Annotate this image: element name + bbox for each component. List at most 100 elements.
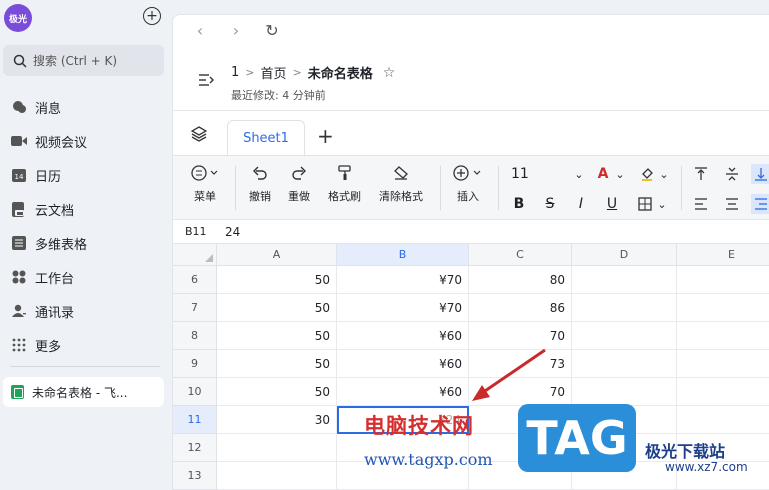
row-header[interactable]: 9	[173, 350, 217, 378]
breadcrumb-item[interactable]: 首页	[261, 63, 287, 82]
chevron-down-icon[interactable]: ⌄	[569, 164, 589, 184]
table-cell[interactable]	[677, 406, 769, 434]
table-cell[interactable]	[217, 434, 337, 462]
row-header[interactable]: 7	[173, 294, 217, 322]
sidebar-item-more[interactable]: 更多	[0, 328, 172, 362]
add-icon[interactable]: +	[143, 7, 161, 25]
strikethrough-icon[interactable]: S	[540, 194, 560, 214]
chevron-down-icon[interactable]: ⌄	[610, 164, 630, 184]
menu-button[interactable]: 菜单	[191, 162, 219, 204]
sidebar-item-video[interactable]: 视频会议	[0, 124, 172, 158]
font-size-select[interactable]: 11	[511, 164, 529, 184]
add-sheet-icon[interactable]: +	[317, 124, 334, 148]
watermark-cn-text: 电脑技术网	[364, 414, 474, 438]
chevron-right-icon: >	[292, 66, 302, 79]
open-doc-item[interactable]: 未命名表格 - 飞...	[3, 377, 164, 407]
sidebar-item-workplace[interactable]: 工作台	[0, 260, 172, 294]
cell-reference[interactable]: B11	[173, 225, 217, 238]
clear-format-button[interactable]: 清除格式	[379, 162, 423, 204]
sidebar-item-calendar[interactable]: 14 日历	[0, 158, 172, 192]
row-header[interactable]: 10	[173, 378, 217, 406]
chevron-down-icon[interactable]: ⌄	[654, 164, 674, 184]
sidebar-item-base[interactable]: 多维表格	[0, 226, 172, 260]
table-cell[interactable]: ¥60	[337, 378, 469, 406]
table-cell[interactable]	[677, 378, 769, 406]
align-bottom-icon[interactable]	[751, 164, 769, 184]
watermark-domain: www.xz7.com	[665, 460, 748, 474]
align-top-icon[interactable]	[691, 164, 711, 184]
breadcrumb-item[interactable]: 1	[231, 65, 239, 80]
avatar[interactable]: 极光	[4, 4, 32, 32]
table-cell[interactable]	[572, 322, 677, 350]
table-cell[interactable]: 50	[217, 266, 337, 294]
italic-icon[interactable]: I	[571, 194, 591, 214]
formula-input[interactable]: 24	[217, 225, 240, 239]
table-cell[interactable]	[572, 294, 677, 322]
column-header-d[interactable]: D	[572, 244, 677, 266]
svg-text:14: 14	[15, 173, 24, 181]
sidebar-item-contacts[interactable]: 通讯录	[0, 294, 172, 328]
row-header[interactable]: 12	[173, 434, 217, 462]
table-cell[interactable]: 86	[469, 294, 572, 322]
outline-toggle-icon[interactable]	[199, 73, 215, 87]
row-header[interactable]: 8	[173, 322, 217, 350]
table-cell[interactable]: ¥60	[337, 350, 469, 378]
sidebar-item-messages[interactable]: 消息	[0, 90, 172, 124]
contacts-icon	[11, 303, 27, 319]
search-input[interactable]: 搜索 (Ctrl + K)	[3, 45, 164, 76]
table-cell[interactable]: 50	[217, 294, 337, 322]
select-all-corner[interactable]	[173, 244, 217, 266]
refresh-icon[interactable]: ↻	[263, 21, 281, 40]
row-header[interactable]: 13	[173, 462, 217, 490]
table-cell[interactable]: 30	[217, 406, 337, 434]
table-cell[interactable]: 50	[217, 350, 337, 378]
table-cell[interactable]: 80	[469, 266, 572, 294]
column-header-e[interactable]: E	[677, 244, 769, 266]
column-header-a[interactable]: A	[217, 244, 337, 266]
table-cell[interactable]	[677, 350, 769, 378]
chevron-right-icon: >	[245, 66, 255, 79]
table-cell[interactable]	[677, 322, 769, 350]
undo-button[interactable]: 撤销	[249, 162, 271, 204]
table-cell[interactable]: ¥70	[337, 294, 469, 322]
table-cell[interactable]: 50	[217, 322, 337, 350]
table-cell[interactable]	[572, 266, 677, 294]
forward-arrow-icon[interactable]: ›	[227, 21, 245, 40]
column-header-b[interactable]: B	[337, 244, 469, 266]
sidebar-item-docs[interactable]: 云文档	[0, 192, 172, 226]
align-right-icon[interactable]	[751, 194, 769, 214]
row-header[interactable]: 6	[173, 266, 217, 294]
redo-button[interactable]: 重做	[288, 162, 310, 204]
format-painter-button[interactable]: 格式刷	[328, 162, 361, 204]
table-cell[interactable]: 50	[217, 378, 337, 406]
table-cell[interactable]	[677, 266, 769, 294]
table-cell[interactable]	[217, 462, 337, 490]
bold-icon[interactable]: B	[509, 194, 529, 214]
doc-header: 1 > 首页 > 未命名表格 ☆ 最近修改: 4 分钟前	[173, 53, 769, 111]
undo-icon	[252, 162, 268, 184]
watermark-site-name: 极光下载站	[645, 442, 726, 461]
table-cell[interactable]	[572, 378, 677, 406]
column-header-c[interactable]: C	[469, 244, 572, 266]
cloud-doc-icon	[11, 201, 27, 217]
underline-icon[interactable]: U	[602, 194, 622, 214]
table-cell[interactable]: ¥60	[337, 322, 469, 350]
table-cell[interactable]	[572, 350, 677, 378]
table-cell[interactable]: ¥70	[337, 266, 469, 294]
format-painter-icon	[337, 162, 352, 184]
align-center-icon[interactable]	[722, 194, 742, 214]
insert-button[interactable]: 插入	[453, 162, 483, 204]
layers-icon[interactable]	[191, 126, 207, 142]
chevron-down-icon[interactable]: ⌄	[652, 194, 672, 214]
star-icon[interactable]: ☆	[383, 65, 396, 81]
tab-sheet1[interactable]: Sheet1	[227, 120, 305, 156]
row-header[interactable]: 11	[173, 406, 217, 434]
menu-icon	[191, 162, 219, 184]
page-title[interactable]: 未命名表格	[308, 63, 373, 82]
align-left-icon[interactable]	[691, 194, 711, 214]
back-arrow-icon[interactable]: ‹	[191, 21, 209, 40]
sidebar: 极光 + 搜索 (Ctrl + K) 消息 视频会议 14 日历 云文档 多维表…	[0, 0, 172, 490]
table-cell[interactable]	[677, 294, 769, 322]
toolbar-divider	[681, 166, 682, 210]
align-middle-icon[interactable]	[722, 164, 742, 184]
